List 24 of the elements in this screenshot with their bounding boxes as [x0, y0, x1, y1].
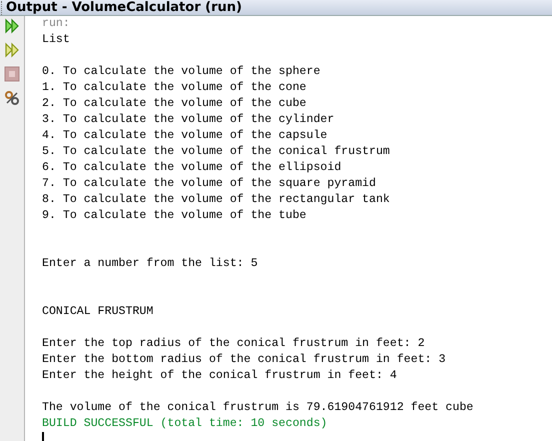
output-line: 4. To calculate the volume of the capsule [42, 128, 328, 144]
output-line: 6. To calculate the volume of the ellipsoid [42, 160, 342, 176]
output-line: BUILD SUCCESSFUL (total time: 10 seconds) [42, 416, 328, 432]
output-line: run: [42, 16, 71, 32]
output-line: 1. To calculate the volume of the cone [42, 80, 308, 96]
output-line: CONICAL FRUSTRUM [42, 304, 154, 320]
stop-icon[interactable] [4, 66, 20, 82]
output-line: Enter a number from the list: 5 [42, 256, 259, 272]
output-line: 0. To calculate the volume of the sphere [42, 64, 322, 80]
output-line: 8. To calculate the volume of the rectangular tank [42, 192, 391, 208]
rerun-icon[interactable] [4, 18, 20, 34]
output-line: Enter the height of the conical frustrum in feet: 4 [42, 368, 398, 384]
output-line: 2. To calculate the volume of the cube [42, 96, 308, 112]
output-line: 9. To calculate the volume of the tube [42, 208, 308, 224]
rerun-icon[interactable] [4, 42, 20, 58]
settings-icon[interactable] [4, 90, 20, 106]
output-line: Enter the bottom radius of the conical frustrum in feet: 3 [42, 352, 447, 368]
output-line: 3. To calculate the volume of the cylinder [42, 112, 336, 128]
output-line: 7. To calculate the volume of the square pyramid [42, 176, 377, 192]
output-line: Enter the top radius of the conical frustrum in feet: 2 [42, 336, 426, 352]
output-line: List [42, 32, 71, 48]
output-line: The volume of the conical frustrum is 79.61904761912 feet cube [42, 400, 474, 416]
window-title: Output - VolumeCalculator (run) [6, 0, 242, 15]
output-line: 5. To calculate the volume of the conical frustrum [42, 144, 391, 160]
